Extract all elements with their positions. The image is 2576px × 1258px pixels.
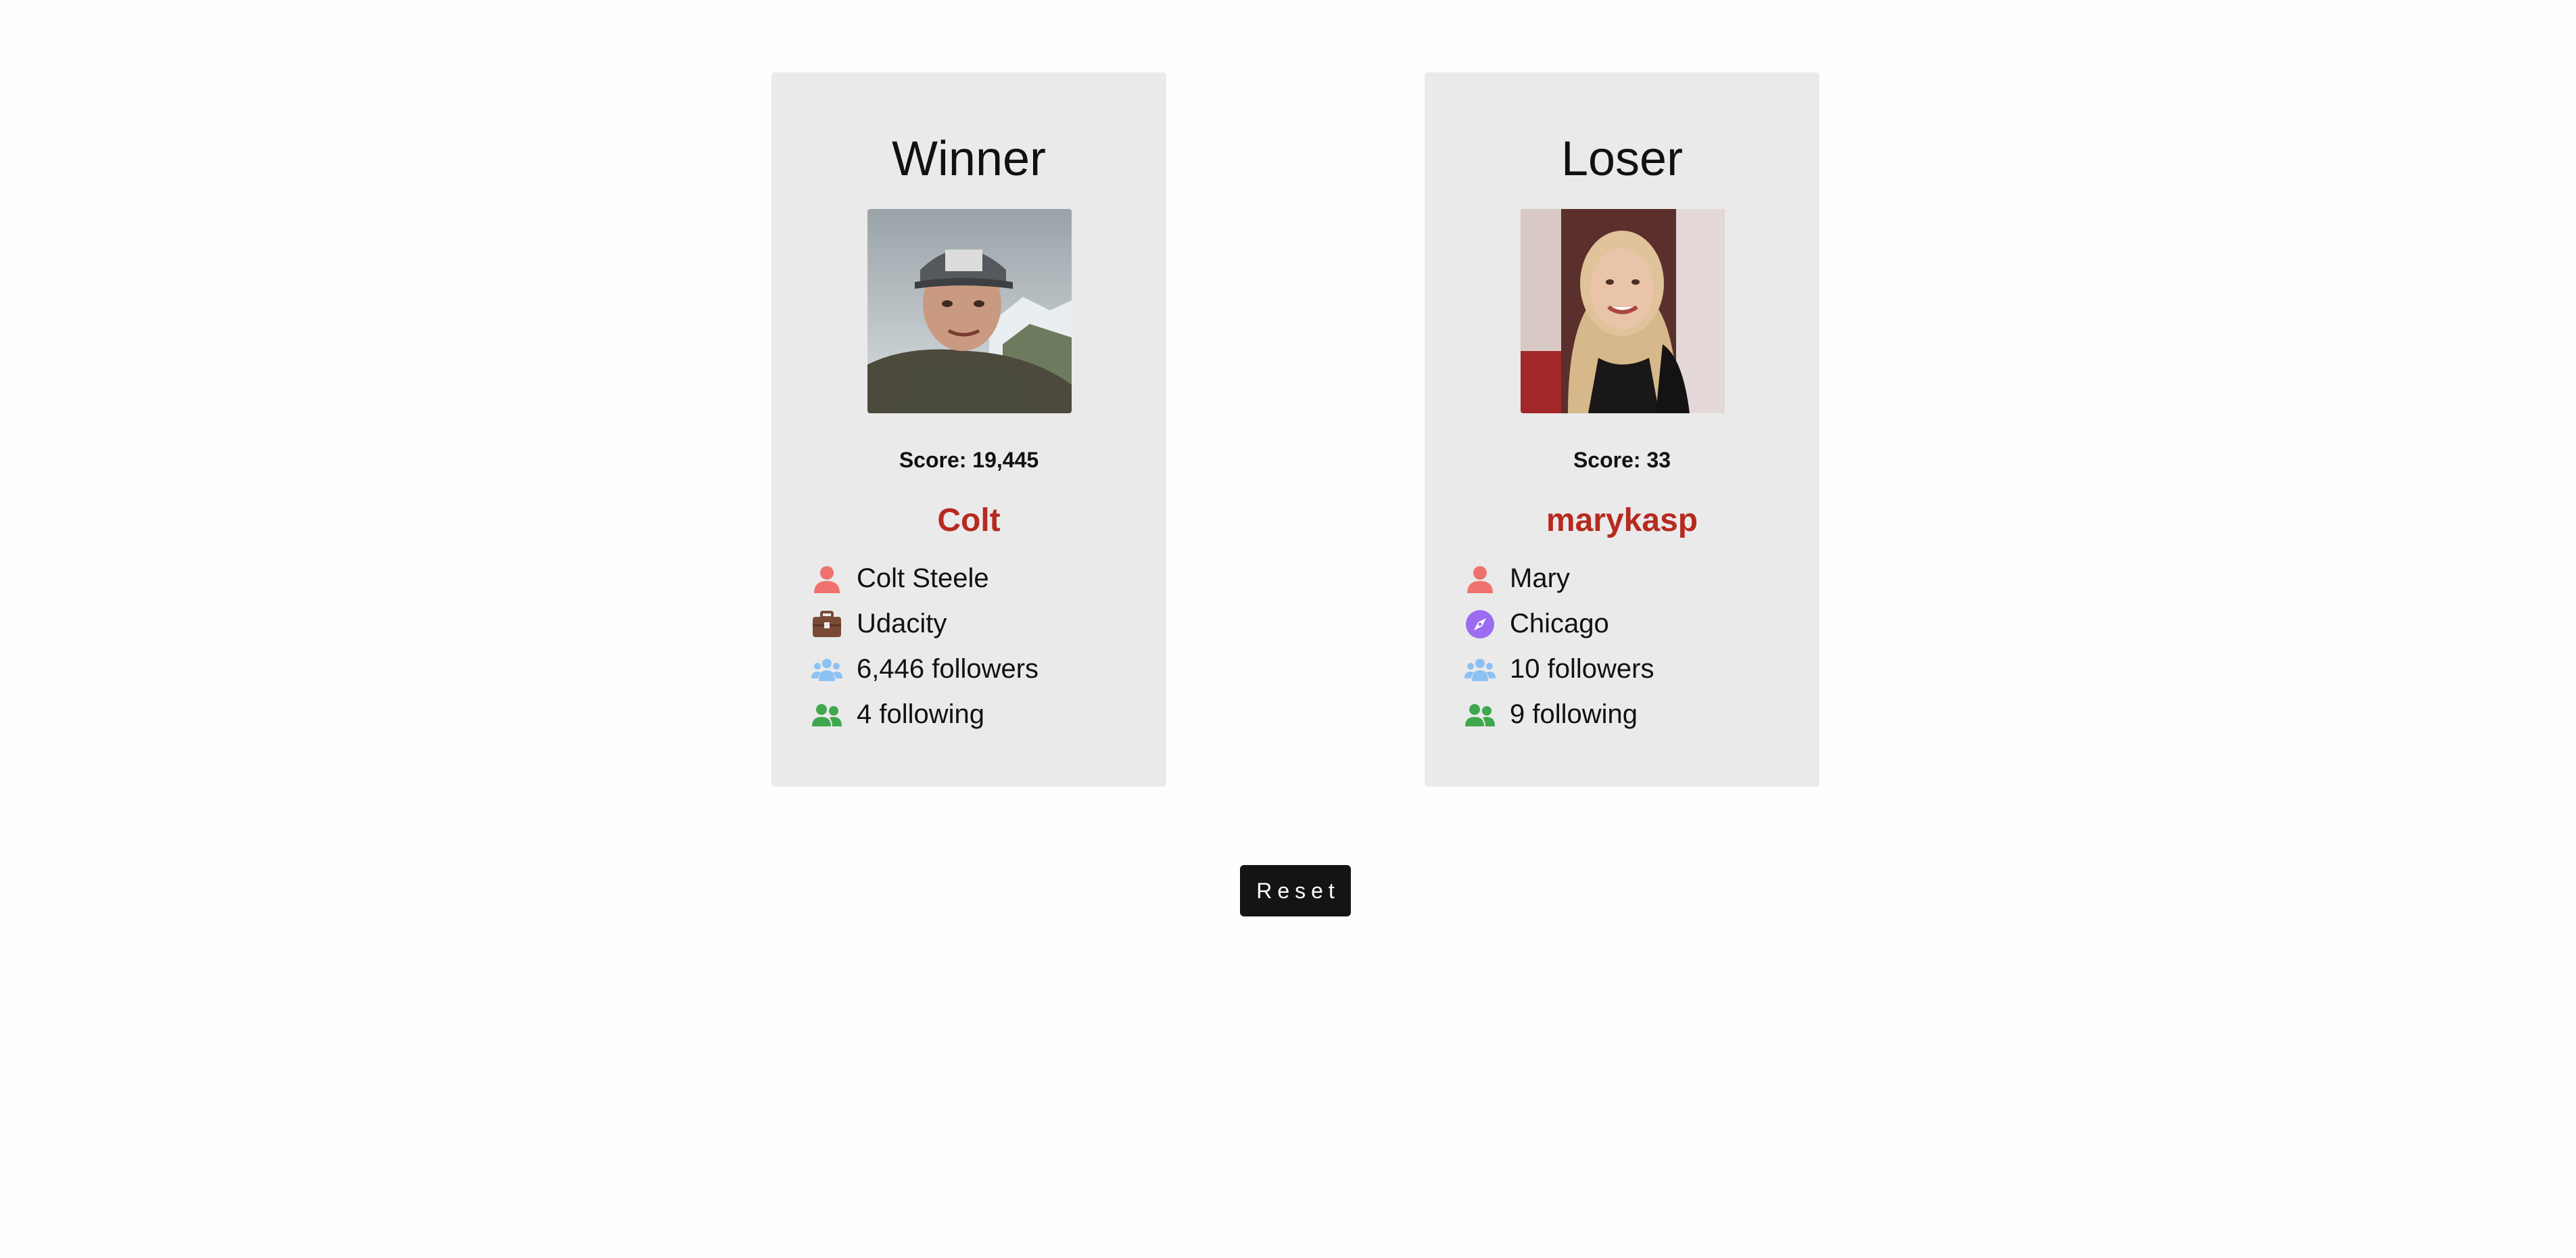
loser-followers: 10 followers bbox=[1510, 654, 1654, 684]
user-friends-icon bbox=[1464, 699, 1496, 731]
winner-following-item: 4 following bbox=[811, 692, 1039, 737]
reset-button[interactable]: Reset bbox=[1240, 865, 1351, 916]
winner-company-item: Udacity bbox=[811, 601, 1039, 647]
loser-location: Chicago bbox=[1510, 609, 1609, 638]
loser-score: Score: 33 bbox=[1573, 448, 1671, 472]
loser-avatar bbox=[1521, 209, 1725, 413]
loser-card: Loser Score: 33 marykasp Mary Chicago 10… bbox=[1425, 72, 1819, 787]
winner-card: Winner Score: 19,445 Colt Colt Steele Ud… bbox=[771, 72, 1166, 787]
winner-username: Colt bbox=[937, 503, 1001, 538]
loser-username: marykasp bbox=[1546, 503, 1698, 538]
winner-followers-item: 6,446 followers bbox=[811, 647, 1039, 692]
user-icon bbox=[1464, 563, 1496, 595]
loser-heading: Loser bbox=[1560, 132, 1684, 186]
winner-heading: Winner bbox=[891, 132, 1047, 186]
loser-name: Mary bbox=[1510, 563, 1570, 593]
battle-results-page: Winner Score: 19,445 Colt Colt Steele Ud… bbox=[0, 0, 2576, 1258]
winner-following: 4 following bbox=[857, 699, 985, 729]
winner-info-list: Colt Steele Udacity 6,446 followers 4 fo… bbox=[811, 556, 1039, 737]
loser-followers-item: 10 followers bbox=[1464, 647, 1654, 692]
user-friends-icon bbox=[811, 699, 843, 731]
loser-name-item: Mary bbox=[1464, 556, 1654, 601]
winner-followers: 6,446 followers bbox=[857, 654, 1039, 684]
winner-company: Udacity bbox=[857, 609, 947, 638]
user-icon bbox=[811, 563, 843, 595]
users-icon bbox=[1464, 653, 1496, 686]
loser-location-item: Chicago bbox=[1464, 601, 1654, 647]
compass-icon bbox=[1464, 608, 1496, 640]
loser-following-item: 9 following bbox=[1464, 692, 1654, 737]
briefcase-icon bbox=[811, 608, 843, 640]
winner-avatar bbox=[867, 209, 1072, 413]
users-icon bbox=[811, 653, 843, 686]
loser-info-list: Mary Chicago 10 followers 9 following bbox=[1464, 556, 1654, 737]
winner-name: Colt Steele bbox=[857, 563, 989, 593]
winner-score: Score: 19,445 bbox=[899, 448, 1039, 472]
loser-following: 9 following bbox=[1510, 699, 1638, 729]
winner-name-item: Colt Steele bbox=[811, 556, 1039, 601]
